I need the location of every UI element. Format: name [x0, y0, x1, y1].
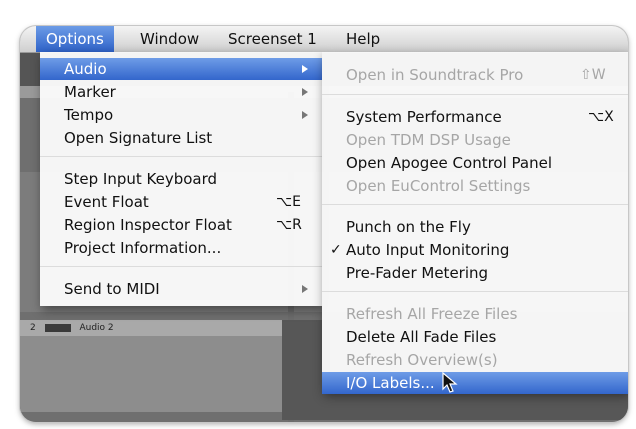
menu-item-label: Auto Input Monitoring — [346, 241, 510, 259]
menu-item-step-input-keyboard[interactable]: Step Input Keyboard — [40, 168, 322, 190]
menu-item-punch-on-the-fly[interactable]: Punch on the Fly — [322, 216, 628, 238]
menu-item-event-float[interactable]: Event Float ⌥E — [40, 191, 322, 213]
shortcut-label: ⌥X — [588, 109, 614, 125]
submenu-arrow-icon — [302, 285, 308, 293]
menu-item-open-signature-list[interactable]: Open Signature List — [40, 127, 322, 149]
menu-item-audio[interactable]: Audio — [40, 58, 322, 80]
menu-item-label: Step Input Keyboard — [64, 170, 218, 188]
shortcut-label: ⌥E — [276, 194, 301, 210]
background-track-header: 2 Audio 2 — [20, 320, 282, 336]
menu-item-label: Open TDM DSP Usage — [346, 131, 511, 149]
menu-item-send-to-midi[interactable]: Send to MIDI — [40, 278, 322, 300]
menu-item-label: Open in Soundtrack Pro — [346, 66, 524, 84]
mouse-cursor-icon — [442, 372, 458, 393]
menu-item-project-information[interactable]: Project Information... — [40, 237, 322, 259]
checkmark-icon: ✓ — [330, 242, 342, 258]
menu-item-refresh-all-freeze-files[interactable]: Refresh All Freeze Files — [322, 303, 628, 325]
menu-screenset[interactable]: Screenset 1 — [218, 26, 327, 52]
options-menu: Audio Marker Tempo Open Signature List S… — [40, 52, 322, 306]
shortcut-label: ⇧W — [580, 67, 606, 83]
menu-item-label: Event Float — [64, 193, 149, 211]
menu-item-label: Send to MIDI — [64, 280, 160, 298]
menu-item-label: Open EuControl Settings — [346, 177, 531, 195]
menu-item-auto-input-monitoring[interactable]: ✓ Auto Input Monitoring — [322, 239, 628, 261]
menu-item-label: Refresh All Freeze Files — [346, 305, 518, 323]
menu-item-marker[interactable]: Marker — [40, 81, 322, 103]
menu-item-label: Tempo — [64, 106, 114, 124]
menu-item-label: Marker — [64, 83, 116, 101]
menu-item-open-in-soundtrack-pro[interactable]: Open in Soundtrack Pro ⇧W — [322, 64, 628, 86]
track-name: Audio 2 — [79, 323, 114, 333]
menu-item-open-apogee-control-panel[interactable]: Open Apogee Control Panel — [322, 152, 628, 174]
shortcut-label: ⌥R — [276, 217, 302, 233]
menu-separator — [40, 156, 322, 157]
menu-item-pre-fader-metering[interactable]: Pre-Fader Metering — [322, 262, 628, 284]
menu-window[interactable]: Window — [130, 26, 209, 52]
submenu-arrow-icon — [302, 65, 308, 73]
menu-item-tempo[interactable]: Tempo — [40, 104, 322, 126]
menu-item-label: Region Inspector Float — [64, 216, 232, 234]
menu-separator — [322, 291, 628, 292]
screenshot-frame: 2 Audio 2 Options Window Screenset 1 Hel… — [20, 26, 628, 422]
menu-separator — [322, 204, 628, 205]
menu-item-region-inspector-float[interactable]: Region Inspector Float ⌥R — [40, 214, 322, 236]
track-number: 2 — [30, 323, 36, 333]
menu-item-label: Punch on the Fly — [346, 218, 471, 236]
menu-options[interactable]: Options — [36, 26, 114, 52]
menu-item-label: Project Information... — [64, 239, 222, 257]
menu-item-label: Audio — [64, 60, 107, 78]
menu-item-io-labels[interactable]: I/O Labels... — [322, 372, 628, 394]
menu-item-delete-all-fade-files[interactable]: Delete All Fade Files — [322, 326, 628, 348]
menu-item-label: Open Apogee Control Panel — [346, 154, 552, 172]
audio-submenu: Open in Soundtrack Pro ⇧W System Perform… — [322, 52, 628, 394]
menu-separator — [322, 94, 628, 95]
submenu-arrow-icon — [302, 111, 308, 119]
menu-item-label: I/O Labels... — [346, 374, 435, 392]
track-controls — [44, 323, 71, 332]
menu-separator — [40, 266, 322, 267]
menu-item-label: Delete All Fade Files — [346, 328, 497, 346]
menu-item-open-tdm-dsp-usage[interactable]: Open TDM DSP Usage — [322, 129, 628, 151]
menu-help[interactable]: Help — [336, 26, 390, 52]
menu-item-label: Open Signature List — [64, 129, 213, 147]
submenu-arrow-icon — [302, 88, 308, 96]
menu-item-open-eucontrol-settings[interactable]: Open EuControl Settings — [322, 175, 628, 197]
menu-item-label: System Performance — [346, 108, 502, 126]
menu-item-system-performance[interactable]: System Performance ⌥X — [322, 106, 628, 128]
menu-item-label: Refresh Overview(s) — [346, 351, 498, 369]
menu-item-label: Pre-Fader Metering — [346, 264, 489, 282]
menu-bar: Options Window Screenset 1 Help — [20, 26, 628, 53]
menu-item-refresh-overviews[interactable]: Refresh Overview(s) — [322, 349, 628, 371]
